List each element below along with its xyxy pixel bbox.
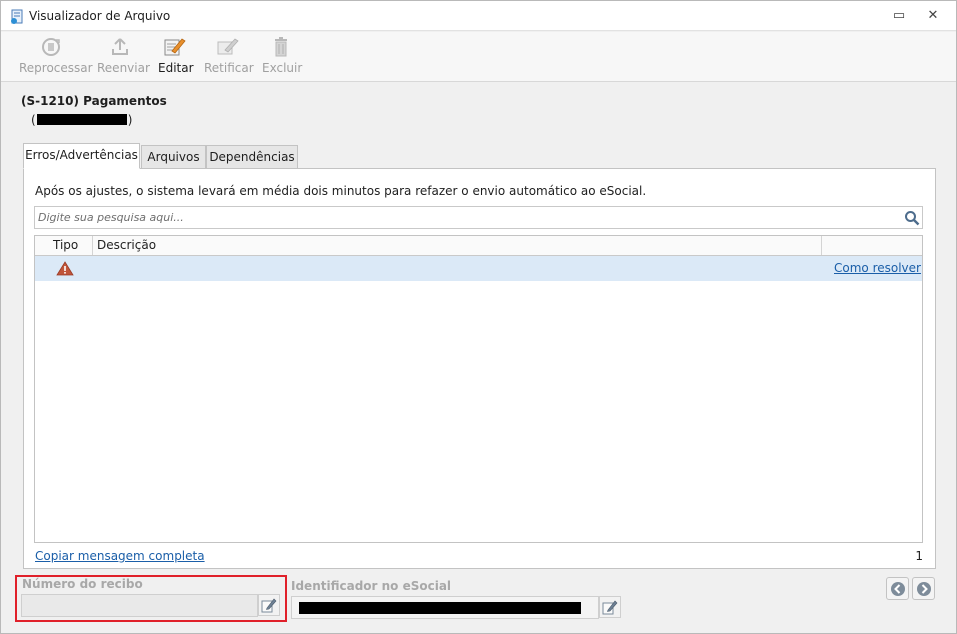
info-message: Após os ajustes, o sistema levará em méd… bbox=[35, 184, 647, 198]
tab-files[interactable]: Arquivos bbox=[141, 145, 206, 169]
arrow-left-icon bbox=[890, 581, 905, 596]
event-subtitle: () bbox=[31, 113, 132, 127]
receipt-number-label: Número do recibo bbox=[22, 577, 143, 591]
edit-identifier-button[interactable] bbox=[599, 596, 621, 618]
event-title: (S-1210) Pagamentos bbox=[21, 94, 167, 108]
column-header-type[interactable]: Tipo bbox=[35, 236, 93, 255]
rectify-label: Retificar bbox=[204, 61, 254, 75]
rectify-button[interactable]: Retificar bbox=[204, 36, 254, 80]
resend-label: Reenviar bbox=[97, 61, 150, 75]
table-header: Tipo Descrição bbox=[35, 236, 922, 256]
how-to-resolve-link[interactable]: Como resolver bbox=[834, 261, 921, 275]
reprocess-button[interactable]: Reprocessar bbox=[19, 36, 93, 80]
edit-icon bbox=[164, 38, 186, 56]
redacted-block bbox=[36, 114, 127, 125]
resend-button[interactable]: Reenviar bbox=[97, 36, 150, 80]
edit-receipt-button[interactable] bbox=[258, 594, 280, 616]
esocial-identifier-field[interactable] bbox=[291, 596, 599, 619]
previous-button[interactable] bbox=[886, 577, 909, 600]
restore-icon[interactable]: ▭ bbox=[890, 8, 908, 24]
column-header-action bbox=[822, 236, 922, 255]
tab-dependencies[interactable]: Dependências bbox=[206, 145, 298, 169]
errors-panel: Após os ajustes, o sistema levará em méd… bbox=[23, 168, 936, 569]
column-header-description[interactable]: Descrição bbox=[93, 236, 822, 255]
next-button[interactable] bbox=[912, 577, 935, 600]
table-row[interactable]: Como resolver bbox=[35, 256, 922, 281]
toolbar: Reprocessar Reenviar Editar Retificar Ex… bbox=[1, 32, 956, 82]
rectify-icon bbox=[217, 38, 239, 55]
upload-icon bbox=[112, 38, 128, 55]
trash-icon bbox=[275, 37, 287, 57]
title-bar: Visualizador de Arquivo ▭ ✕ bbox=[1, 1, 956, 31]
receipt-number-field[interactable] bbox=[21, 594, 258, 617]
subtitle-open-paren: ( bbox=[31, 113, 36, 127]
edit-button[interactable]: Editar bbox=[158, 36, 194, 80]
close-icon[interactable]: ✕ bbox=[924, 8, 942, 24]
copy-full-message-link[interactable]: Copiar mensagem completa bbox=[35, 549, 205, 563]
edit-pencil-icon bbox=[602, 600, 618, 615]
record-count: 1 bbox=[915, 549, 923, 563]
arrow-right-icon bbox=[916, 581, 931, 596]
edit-label: Editar bbox=[158, 61, 194, 75]
reprocess-icon bbox=[42, 38, 60, 56]
file-viewer-window: Visualizador de Arquivo ▭ ✕ Reprocessar … bbox=[0, 0, 957, 634]
reprocess-label: Reprocessar bbox=[19, 61, 93, 75]
esocial-identifier-label: Identificador no eSocial bbox=[291, 579, 452, 593]
document-app-icon bbox=[9, 9, 25, 25]
edit-pencil-icon bbox=[261, 598, 277, 613]
warning-icon bbox=[56, 261, 74, 279]
delete-button[interactable]: Excluir bbox=[262, 36, 303, 80]
viewer-content: (S-1210) Pagamentos () Erros/Advertência… bbox=[1, 83, 956, 633]
search-input[interactable] bbox=[35, 207, 901, 228]
search-box bbox=[34, 206, 923, 229]
window-title: Visualizador de Arquivo bbox=[29, 9, 171, 23]
delete-label: Excluir bbox=[262, 61, 303, 75]
search-icon[interactable] bbox=[901, 207, 922, 228]
tab-errors-warnings[interactable]: Erros/Advertências bbox=[23, 143, 140, 169]
subtitle-close-paren: ) bbox=[127, 113, 133, 127]
redacted-block bbox=[299, 602, 581, 614]
errors-table: Tipo Descrição Como resolver bbox=[34, 235, 923, 543]
